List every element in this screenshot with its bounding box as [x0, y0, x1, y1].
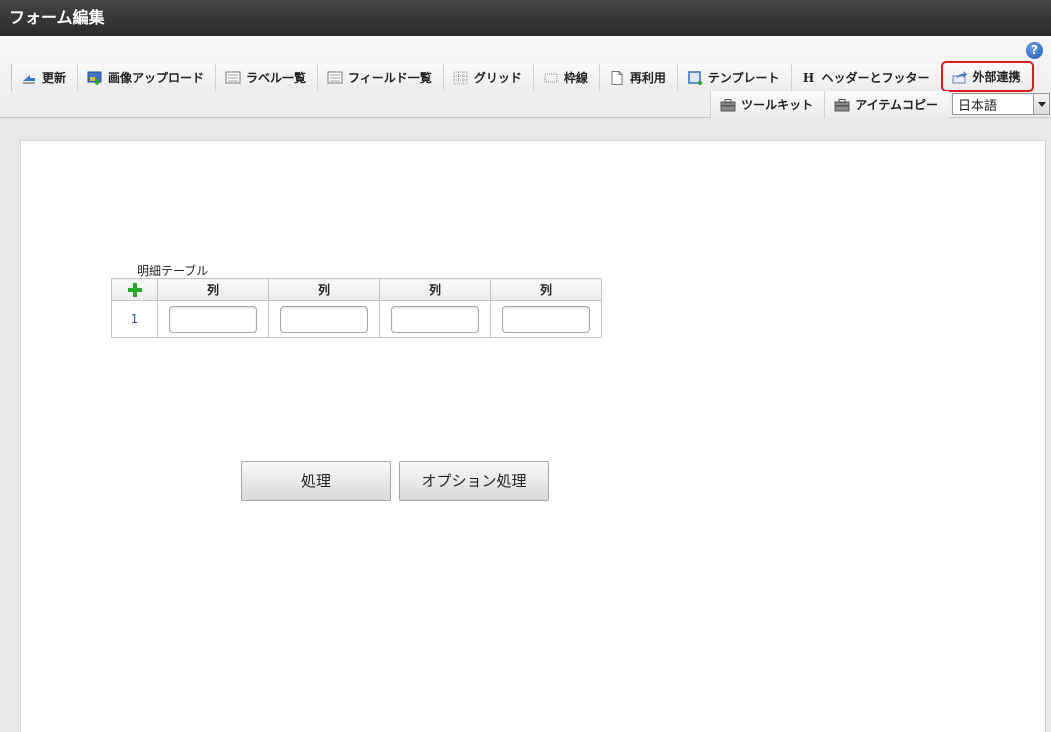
image-upload-icon [87, 71, 103, 85]
list-icon [327, 71, 343, 85]
toolbar-row-2: ツールキット アイテムコピー 日本語 [710, 91, 1051, 118]
external-integration-label: 外部連携 [972, 70, 1021, 84]
option-process-button[interactable]: オプション処理 [399, 461, 549, 501]
cell-input[interactable] [391, 305, 479, 333]
header-footer-button[interactable]: H ヘッダーとフッター [790, 64, 941, 91]
header-icon: H [802, 70, 815, 85]
reuse-label: 再利用 [629, 71, 666, 85]
table-cell [490, 300, 602, 338]
label-list-label: ラベル一覧 [246, 71, 307, 85]
cell-input[interactable] [502, 305, 590, 333]
frame-border-button[interactable]: 枠線 [532, 64, 599, 91]
help-icon[interactable]: ? [1026, 42, 1043, 59]
detail-table: 列 列 列 列 1 [111, 278, 602, 338]
image-upload-label: 画像アップロード [108, 71, 205, 85]
cell-input[interactable] [169, 305, 257, 333]
add-row-cell[interactable] [111, 278, 158, 301]
table-row: 1 [111, 300, 602, 338]
refresh-icon [21, 71, 37, 85]
toolkit-button[interactable]: ツールキット [710, 91, 825, 118]
column-header: 列 [490, 278, 602, 301]
reuse-button[interactable]: 再利用 [598, 64, 677, 91]
page-icon [609, 70, 625, 85]
list-icon [225, 71, 241, 85]
column-header: 列 [379, 278, 491, 301]
window-title: フォーム編集 [0, 0, 1051, 36]
field-list-button[interactable]: フィールド一覧 [317, 64, 443, 91]
frame-border-label: 枠線 [563, 71, 588, 85]
field-list-label: フィールド一覧 [348, 71, 432, 85]
table-header-row: 列 列 列 列 [111, 278, 602, 301]
toolbox-icon [834, 98, 850, 112]
external-integration-button[interactable]: 外部連携 [940, 61, 1034, 92]
template-button[interactable]: テンプレート [676, 64, 791, 91]
cell-input[interactable] [280, 305, 368, 333]
template-label: テンプレート [707, 71, 780, 85]
chevron-down-icon[interactable] [1033, 94, 1049, 114]
label-list-button[interactable]: ラベル一覧 [215, 64, 318, 91]
form-canvas: 明細テーブル 列 列 列 列 1 処理 オプション処理 [20, 140, 1046, 732]
image-upload-button[interactable]: 画像アップロード [77, 64, 216, 91]
grid-icon [453, 71, 469, 85]
column-header: 列 [268, 278, 380, 301]
refresh-button[interactable]: 更新 [11, 64, 78, 91]
table-caption: 明細テーブル [137, 264, 209, 278]
table-cell [268, 300, 380, 338]
column-header: 列 [157, 278, 269, 301]
grid-label: グリッド [473, 71, 522, 85]
table-cell [157, 300, 269, 338]
table-cell [379, 300, 491, 338]
toolbar: ? 更新 画像アップロード ラベル一覧 フィールド一覧 グリッド 枠線 再利用 … [0, 36, 1051, 118]
toolbar-row-1: 更新 画像アップロード ラベル一覧 フィールド一覧 グリッド 枠線 再利用 テン… [11, 61, 1034, 92]
refresh-label: 更新 [42, 71, 67, 85]
item-copy-label: アイテムコピー [855, 98, 938, 112]
template-icon [687, 70, 703, 85]
border-icon [543, 71, 559, 85]
language-select[interactable]: 日本語 [952, 93, 1050, 115]
add-row-icon[interactable] [127, 282, 142, 297]
process-button[interactable]: 処理 [241, 461, 391, 501]
toolbox-icon [720, 98, 736, 112]
language-selected-value: 日本語 [958, 98, 998, 114]
grid-button[interactable]: グリッド [442, 64, 533, 91]
header-footer-label: ヘッダーとフッター [821, 71, 930, 85]
external-link-icon [952, 70, 968, 84]
item-copy-button[interactable]: アイテムコピー [824, 91, 949, 118]
toolkit-label: ツールキット [741, 98, 814, 112]
row-number: 1 [111, 300, 158, 338]
